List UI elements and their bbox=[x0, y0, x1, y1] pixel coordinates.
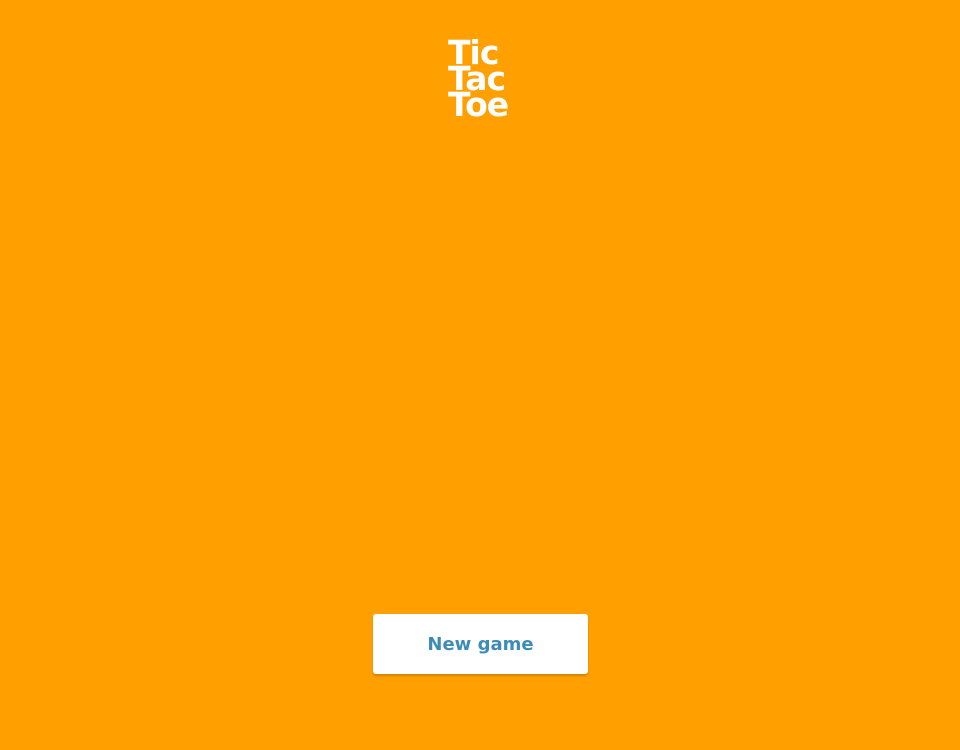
logo-line-toe: Toe bbox=[448, 85, 509, 124]
new-game-button[interactable]: New game bbox=[373, 614, 588, 674]
game-board bbox=[230, 150, 730, 580]
game-logo: Tic Tac Toe bbox=[448, 36, 509, 124]
